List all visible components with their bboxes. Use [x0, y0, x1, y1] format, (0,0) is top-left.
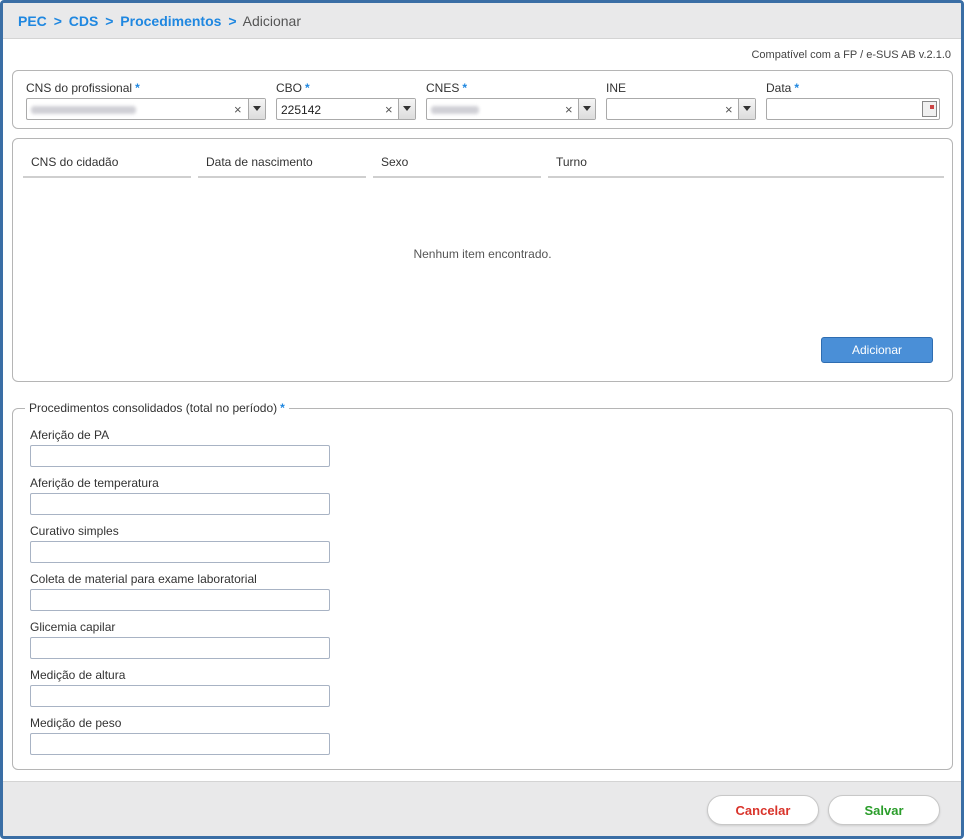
- data-label-text: Data: [766, 81, 792, 95]
- required-icon: *: [794, 81, 800, 95]
- breadcrumb-cds-link[interactable]: CDS: [69, 13, 99, 29]
- procedures-legend: Procedimentos consolidados (total no per…: [25, 401, 289, 415]
- window-frame: PEC > CDS > Procedimentos > Adicionar Co…: [0, 0, 964, 839]
- procedure-label: Glicemia capilar: [30, 620, 116, 634]
- procedures-legend-text: Procedimentos consolidados (total no per…: [29, 401, 278, 415]
- ine-combo[interactable]: ×: [606, 98, 756, 120]
- save-button[interactable]: Salvar: [828, 795, 940, 825]
- column-header-sexo[interactable]: Sexo: [381, 155, 408, 169]
- version-text: Compatível com a FP / e-SUS AB v.2.1.0: [751, 49, 951, 61]
- footer-bar: Cancelar Salvar: [3, 781, 961, 836]
- cnes-combo[interactable]: ×: [426, 98, 596, 120]
- empty-message: Nenhum item encontrado.: [413, 247, 552, 261]
- procedure-input-afericao-temperatura[interactable]: [30, 493, 330, 515]
- breadcrumb: PEC > CDS > Procedimentos > Adicionar: [18, 13, 301, 29]
- clear-icon[interactable]: ×: [725, 102, 733, 117]
- column-header-data-nascimento[interactable]: Data de nascimento: [206, 155, 313, 169]
- procedure-label: Aferição de PA: [30, 428, 110, 442]
- breadcrumb-separator: >: [53, 13, 62, 29]
- required-icon: *: [135, 81, 140, 95]
- chevron-down-icon[interactable]: [578, 99, 595, 119]
- procedures-panel: Procedimentos consolidados (total no per…: [12, 401, 953, 770]
- required-icon: *: [280, 401, 285, 415]
- chevron-down-icon[interactable]: [248, 99, 265, 119]
- cns-profissional-label-text: CNS do profissional: [26, 81, 133, 95]
- required-icon: *: [305, 81, 310, 95]
- cancel-button[interactable]: Cancelar: [707, 795, 819, 825]
- procedure-input-coleta-material[interactable]: [30, 589, 330, 611]
- add-citizen-button[interactable]: Adicionar: [821, 337, 933, 363]
- column-divider: [198, 176, 366, 178]
- procedure-label: Aferição de temperatura: [30, 476, 159, 490]
- cbo-label-text: CBO: [276, 81, 303, 95]
- breadcrumb-procedimentos-link[interactable]: Procedimentos: [120, 13, 221, 29]
- column-divider: [373, 176, 541, 178]
- breadcrumb-pec-link[interactable]: PEC: [18, 13, 47, 29]
- required-icon: *: [462, 81, 468, 95]
- cns-profissional-combo[interactable]: ×: [26, 98, 266, 120]
- column-header-cns[interactable]: CNS do cidadão: [31, 155, 118, 169]
- clear-icon[interactable]: ×: [234, 102, 242, 117]
- cnes-label: CNES *: [426, 81, 467, 95]
- redacted-value: [31, 106, 136, 114]
- chevron-down-icon[interactable]: [398, 99, 415, 119]
- cnes-label-text: CNES: [426, 81, 460, 95]
- cbo-label: CBO *: [276, 81, 310, 95]
- procedure-label: Curativo simples: [30, 524, 119, 538]
- page-header: PEC > CDS > Procedimentos > Adicionar: [3, 3, 961, 39]
- column-header-turno[interactable]: Turno: [556, 155, 587, 169]
- procedure-label: Coleta de material para exame laboratori…: [30, 572, 257, 586]
- procedure-label: Medição de altura: [30, 668, 126, 682]
- cns-profissional-label: CNS do profissional *: [26, 81, 140, 95]
- calendar-icon[interactable]: [922, 101, 937, 117]
- cbo-value: 225142: [281, 103, 322, 117]
- procedure-input-medicao-peso[interactable]: [30, 733, 330, 755]
- chevron-down-icon[interactable]: [738, 99, 755, 119]
- procedure-label: Medição de peso: [30, 716, 122, 730]
- redacted-value: [431, 106, 479, 114]
- data-label: Data *: [766, 81, 799, 95]
- cbo-combo[interactable]: 225142 ×: [276, 98, 416, 120]
- citizens-table-panel: CNS do cidadão Data de nascimento Sexo T…: [12, 138, 953, 382]
- data-input[interactable]: [766, 98, 940, 120]
- procedure-input-afericao-pa[interactable]: [30, 445, 330, 467]
- ine-label: INE: [606, 81, 626, 95]
- breadcrumb-separator: >: [228, 13, 237, 29]
- header-fields-panel: CNS do profissional * × CBO * 225142 × CNE…: [12, 70, 953, 129]
- ine-label-text: INE: [606, 81, 627, 95]
- procedure-input-glicemia-capilar[interactable]: [30, 637, 330, 659]
- breadcrumb-separator: >: [105, 13, 114, 29]
- clear-icon[interactable]: ×: [565, 102, 573, 117]
- column-divider: [23, 176, 191, 178]
- procedure-input-medicao-altura[interactable]: [30, 685, 330, 707]
- procedure-input-curativo-simples[interactable]: [30, 541, 330, 563]
- column-divider: [548, 176, 944, 178]
- breadcrumb-current: Adicionar: [242, 13, 302, 29]
- clear-icon[interactable]: ×: [385, 102, 393, 117]
